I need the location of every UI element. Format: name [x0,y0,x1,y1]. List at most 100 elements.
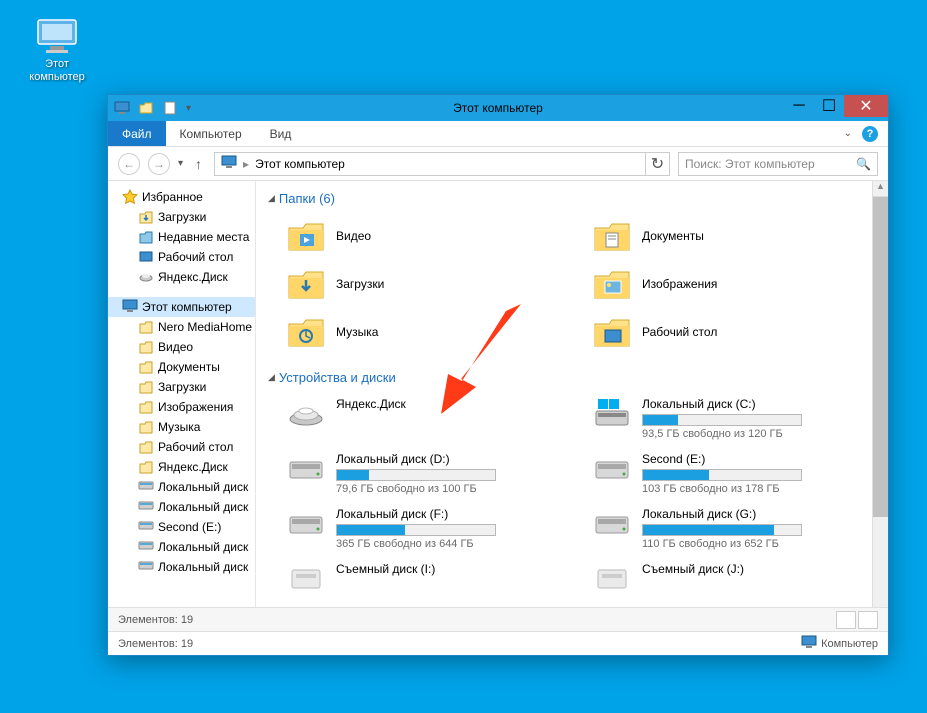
new-folder-icon[interactable] [138,100,154,116]
tree-item[interactable]: Недавние места [108,227,255,247]
item-icon [138,359,154,375]
tree-item[interactable]: Загрузки [108,207,255,227]
content-pane[interactable]: ◢Папки (6) Видео Документы Загрузки Изоб… [256,181,888,607]
tree-item[interactable]: Рабочий стол [108,437,255,457]
drive-icon [286,562,326,594]
tree-item[interactable]: Рабочий стол [108,247,255,267]
folder-label: Документы [642,229,704,243]
tree-item[interactable]: Локальный диск [108,477,255,497]
vertical-scrollbar[interactable]: ▲ [872,181,888,607]
drive-item[interactable]: Локальный диск (D:) 79,6 ГБ свободно из … [282,448,572,499]
navigation-pane[interactable]: Избранное ЗагрузкиНедавние местаРабочий … [108,181,256,607]
breadcrumb-segment[interactable]: Этот компьютер [255,157,345,171]
history-dropdown[interactable]: ▾ [178,158,183,169]
ribbon-tab-view[interactable]: Вид [256,121,306,146]
item-icon [138,439,154,455]
drive-usage-bar [336,469,496,481]
star-icon [122,189,138,205]
drive-item[interactable]: Яндекс.Диск [282,393,572,444]
search-input[interactable]: Поиск: Этот компьютер 🔍 [678,152,878,176]
folder-icon [286,218,326,254]
view-details-button[interactable] [836,611,856,629]
drive-icon [286,397,326,429]
up-button[interactable]: ↑ [191,156,206,172]
search-icon: 🔍 [856,157,871,171]
drive-item[interactable]: Съемный диск (I:) [282,558,572,598]
drive-name: Локальный диск (F:) [336,507,568,521]
ribbon-expand[interactable]: ⌄ [844,128,852,139]
breadcrumb[interactable]: ▸ Этот компьютер [214,152,646,176]
drive-name: Съемный диск (I:) [336,562,568,576]
section-devices[interactable]: ◢Устройства и диски [266,366,878,393]
item-icon [138,479,154,495]
item-icon [138,419,154,435]
explorer-window: ▾ Этот компьютер ─ ☐ ✕ Файл Компьютер Ви… [107,94,889,656]
statusbar-inner: Элементов: 19 [108,607,888,631]
section-folders[interactable]: ◢Папки (6) [266,187,878,214]
tree-favorites[interactable]: Избранное [108,187,255,207]
app-icon [114,100,130,116]
drive-item[interactable]: Локальный диск (G:) 110 ГБ свободно из 6… [588,503,878,554]
desktop-icon-this-pc[interactable]: Этот компьютер [22,18,92,84]
drive-icon [592,507,632,539]
computer-icon [221,155,237,172]
back-button[interactable]: ← [118,153,140,175]
drive-name: Second (E:) [642,452,874,466]
tree-item[interactable]: Локальный диск [108,557,255,577]
tree-item[interactable]: Локальный диск [108,497,255,517]
close-button[interactable]: ✕ [844,95,888,117]
item-icon [138,339,154,355]
qat-dropdown[interactable]: ▾ [186,103,191,114]
drive-name: Яндекс.Диск [336,397,568,411]
tree-item[interactable]: Изображения [108,397,255,417]
view-icons-button[interactable] [858,611,878,629]
tree-item[interactable]: Nero MediaHome [108,317,255,337]
window-title: Этот компьютер [108,101,888,115]
folder-item[interactable]: Рабочий стол [588,310,878,354]
drive-item[interactable]: Second (E:) 103 ГБ свободно из 178 ГБ [588,448,878,499]
drive-icon [286,507,326,539]
drive-name: Локальный диск (D:) [336,452,568,466]
tree-item[interactable]: Видео [108,337,255,357]
folder-item[interactable]: Изображения [588,262,878,306]
item-icon [138,459,154,475]
tree-item[interactable]: Документы [108,357,255,377]
drive-usage-bar [336,524,496,536]
computer-icon [122,299,138,315]
drive-item[interactable]: Съемный диск (J:) [588,558,878,598]
help-icon[interactable]: ? [862,126,878,142]
drive-free-text: 79,6 ГБ свободно из 100 ГБ [336,483,568,495]
titlebar[interactable]: ▾ Этот компьютер ─ ☐ ✕ [108,95,888,121]
tree-item[interactable]: Музыка [108,417,255,437]
folder-icon [592,266,632,302]
folder-item[interactable]: Документы [588,214,878,258]
minimize-button[interactable]: ─ [784,95,814,117]
drive-icon [592,397,632,429]
item-icon [138,499,154,515]
addressbar: ← → ▾ ↑ ▸ Этот компьютер ↻ Поиск: Этот к… [108,147,888,181]
computer-icon [801,635,817,652]
forward-button[interactable]: → [148,153,170,175]
ribbon-tab-computer[interactable]: Компьютер [166,121,256,146]
tree-item[interactable]: Яндекс.Диск [108,267,255,287]
tree-item[interactable]: Яндекс.Диск [108,457,255,477]
properties-icon[interactable] [162,100,178,116]
tree-item[interactable]: Second (E:) [108,517,255,537]
drive-item[interactable]: Локальный диск (F:) 365 ГБ свободно из 6… [282,503,572,554]
tree-this-pc[interactable]: Этот компьютер [108,297,255,317]
maximize-button[interactable]: ☐ [814,95,844,117]
drive-free-text: 103 ГБ свободно из 178 ГБ [642,483,874,495]
ribbon-tab-file[interactable]: Файл [108,121,166,146]
item-icon [138,319,154,335]
folder-icon [138,249,154,265]
tree-item[interactable]: Локальный диск [108,537,255,557]
folder-icon [286,266,326,302]
folder-item[interactable]: Видео [282,214,572,258]
refresh-button[interactable]: ↻ [646,152,670,176]
ribbon: Файл Компьютер Вид ⌄ ? [108,121,888,147]
folder-icon [138,269,154,285]
folder-item[interactable]: Музыка [282,310,572,354]
folder-item[interactable]: Загрузки [282,262,572,306]
drive-item[interactable]: Локальный диск (C:) 93,5 ГБ свободно из … [588,393,878,444]
tree-item[interactable]: Загрузки [108,377,255,397]
